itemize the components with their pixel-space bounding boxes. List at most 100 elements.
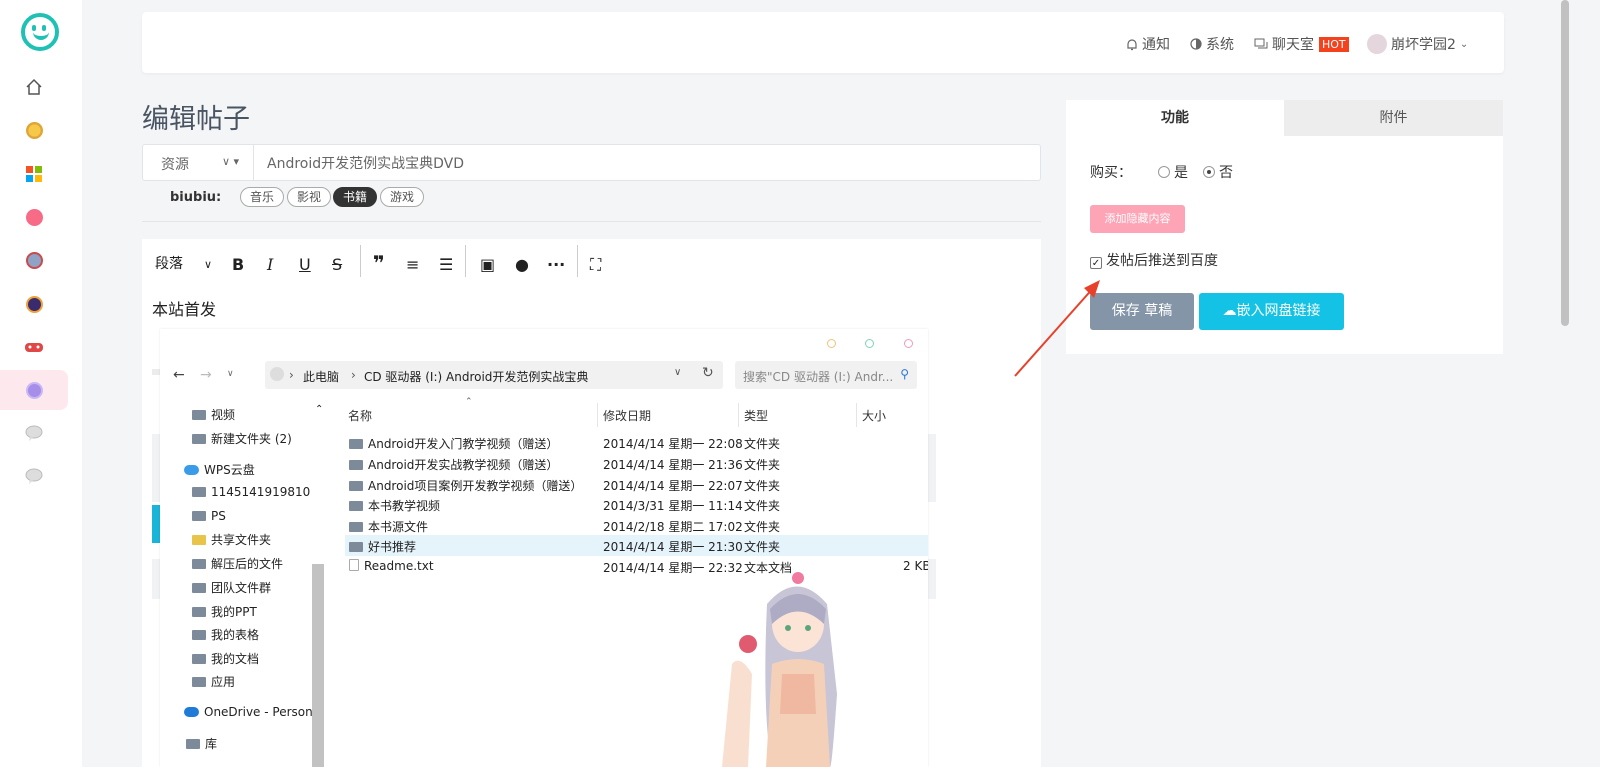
radio-no[interactable] [1203, 166, 1215, 178]
nav-label: OneDrive - Personal [204, 705, 324, 719]
nav-item[interactable]: OneDrive - Personal [184, 705, 323, 719]
column-divider[interactable] [597, 403, 598, 427]
tab-function[interactable]: 功能 [1066, 100, 1284, 136]
buy-no-label: 否 [1219, 165, 1233, 181]
nav-item[interactable]: 解压后的文件 [192, 555, 283, 572]
tag-books[interactable]: 书籍 [333, 187, 378, 207]
chevron-down-icon[interactable]: ∨ [204, 259, 212, 270]
nav-item[interactable]: WPS云盘 [184, 461, 255, 478]
nav-item[interactable]: 应用 [192, 673, 235, 690]
italic-icon[interactable]: I [267, 257, 273, 273]
chevron-up-icon[interactable]: ⌃ [315, 404, 323, 415]
breadcrumb-drive[interactable]: CD 驱动器 (I:) Android开发范例实战宝典 [364, 368, 588, 385]
chatroom-link[interactable]: 聊天室 HOT [1254, 34, 1349, 54]
file-type: 文件夹 [744, 520, 781, 534]
file-name: Android项目案例开发教学视频（赠送） [368, 479, 583, 493]
nav-item[interactable]: 视频 [192, 406, 235, 423]
strikethrough-icon[interactable]: S [332, 257, 342, 273]
col-size[interactable]: 大小 [862, 407, 886, 424]
file-row[interactable]: Android开发实战教学视频（赠送） 2014/4/14 星期一 21:36 文件… [345, 453, 928, 474]
buy-no-option[interactable]: 否 [1203, 162, 1233, 182]
file-row[interactable]: Android项目案例开发教学视频（赠送） 2014/4/14 星期一 22:07… [345, 474, 928, 495]
system-label: 系统 [1206, 37, 1234, 53]
nav-item[interactable]: 我的文档 [192, 650, 259, 667]
text-file-icon [349, 559, 359, 571]
nav-item[interactable]: 我的表格 [192, 626, 259, 643]
folder-icon [192, 434, 206, 444]
sidebar-item-apps[interactable] [0, 154, 68, 194]
image-icon[interactable]: ▣ [480, 257, 495, 273]
sidebar-item-globe[interactable] [0, 240, 68, 280]
radio-yes[interactable] [1158, 166, 1170, 178]
sidebar-item-beer[interactable] [0, 110, 68, 150]
col-name[interactable]: 名称 [348, 407, 372, 424]
nav-item[interactable]: 共享文件夹 [192, 531, 271, 548]
system-link[interactable]: 系统 [1190, 34, 1234, 54]
chevron-down-icon[interactable]: ∨ [227, 369, 234, 379]
sidebar-item-ai[interactable] [0, 284, 68, 324]
nav-scrollbar[interactable] [312, 564, 324, 767]
nav-item[interactable]: 我的PPT [192, 603, 257, 620]
col-type[interactable]: 类型 [744, 407, 768, 424]
file-row[interactable]: 本书教学视频 2014/3/31 星期一 11:14 文件夹 [345, 494, 928, 515]
col-date[interactable]: 修改日期 [603, 407, 651, 424]
user-menu[interactable]: 崩坏学园2 ⌄ [1367, 34, 1468, 54]
more-icon[interactable]: ··· [547, 257, 565, 273]
sidebar-item-clock[interactable] [0, 370, 68, 410]
category-select[interactable]: 资源 ∨ ▾ [143, 145, 254, 180]
smiley-logo-icon[interactable] [21, 13, 59, 51]
refresh-icon[interactable]: ↻ [702, 365, 714, 381]
column-divider[interactable] [738, 403, 739, 427]
nav-item[interactable]: PS [192, 509, 226, 523]
breadcrumb-pc[interactable]: 此电脑 [303, 368, 339, 385]
forward-arrow-icon[interactable]: → [200, 367, 212, 383]
embed-cloud-link-button[interactable]: ☁嵌入网盘链接 [1199, 293, 1344, 330]
push-baidu-option[interactable]: ✓ 发帖后推送到百度 [1090, 250, 1218, 270]
folder-icon [192, 630, 206, 640]
file-date: 2014/2/18 星期二 17:02 [603, 520, 743, 534]
notify-link[interactable]: 通知 [1126, 34, 1170, 54]
nav-item[interactable]: 库 [186, 735, 217, 752]
add-hidden-content-button[interactable]: 添加隐藏内容 [1090, 205, 1185, 233]
buy-yes-option[interactable]: 是 [1158, 162, 1188, 182]
sidebar-item-game[interactable] [0, 327, 68, 367]
nav-item[interactable]: 1145141919810 [192, 485, 310, 499]
sidebar-item-chat2[interactable] [0, 456, 68, 496]
align-left-icon[interactable]: ≡ [406, 257, 419, 273]
column-divider[interactable] [856, 403, 857, 427]
color-drop-icon[interactable]: ● [515, 257, 529, 273]
nav-label: 我的PPT [211, 605, 257, 619]
page-scrollbar[interactable] [1561, 0, 1569, 326]
list-icon[interactable]: ☰ [439, 257, 453, 273]
file-row-selected[interactable]: 好书推荐 2014/4/14 星期一 21:30 文件夹 [345, 535, 928, 556]
nav-item[interactable]: 新建文件夹 (2) [192, 430, 292, 447]
maximize-dot-icon [865, 339, 874, 348]
explorer-search-input[interactable]: 搜索"CD 驱动器 (I:) Andr... ⚲ [735, 361, 917, 389]
save-draft-button[interactable]: 保存 草稿 [1090, 293, 1194, 330]
push-baidu-checkbox[interactable]: ✓ [1090, 257, 1102, 269]
file-row[interactable]: 本书源文件 2014/2/18 星期二 17:02 文件夹 [345, 515, 928, 536]
sidebar-item-app[interactable] [0, 197, 68, 237]
bold-icon[interactable]: B [232, 257, 244, 273]
tag-video[interactable]: 影视 [287, 187, 332, 207]
quote-icon[interactable]: ❞ [373, 253, 385, 273]
editor-content-first-line[interactable]: 本站首发 [152, 296, 216, 320]
sidebar-item-chat1[interactable] [0, 413, 68, 453]
sidebar-item-home[interactable] [0, 67, 68, 107]
file-row[interactable]: Android开发入门教学视频（赠送） 2014/4/14 星期一 22:08 文件… [345, 432, 928, 453]
address-bar[interactable]: › 此电脑 › CD 驱动器 (I:) Android开发范例实战宝典 ∨ ↻ [265, 361, 723, 389]
chat-bubble-icon [25, 468, 43, 484]
paragraph-format-select[interactable]: 段落 [155, 257, 183, 271]
nav-item[interactable]: 团队文件群 [192, 579, 271, 596]
tab-attachment[interactable]: 附件 [1284, 100, 1503, 136]
back-arrow-icon[interactable]: ← [173, 367, 185, 383]
tag-games[interactable]: 游戏 [380, 187, 425, 207]
post-title-input[interactable] [254, 145, 1040, 180]
tag-music[interactable]: 音乐 [240, 187, 285, 207]
ai-icon [25, 295, 43, 313]
fullscreen-icon[interactable]: ⛶ [590, 257, 601, 273]
cloud-icon [184, 465, 199, 475]
chevron-down-icon[interactable]: ∨ [674, 367, 681, 378]
underline-icon[interactable]: U [299, 257, 311, 273]
file-date: 2014/4/14 星期一 21:36 [603, 458, 743, 472]
